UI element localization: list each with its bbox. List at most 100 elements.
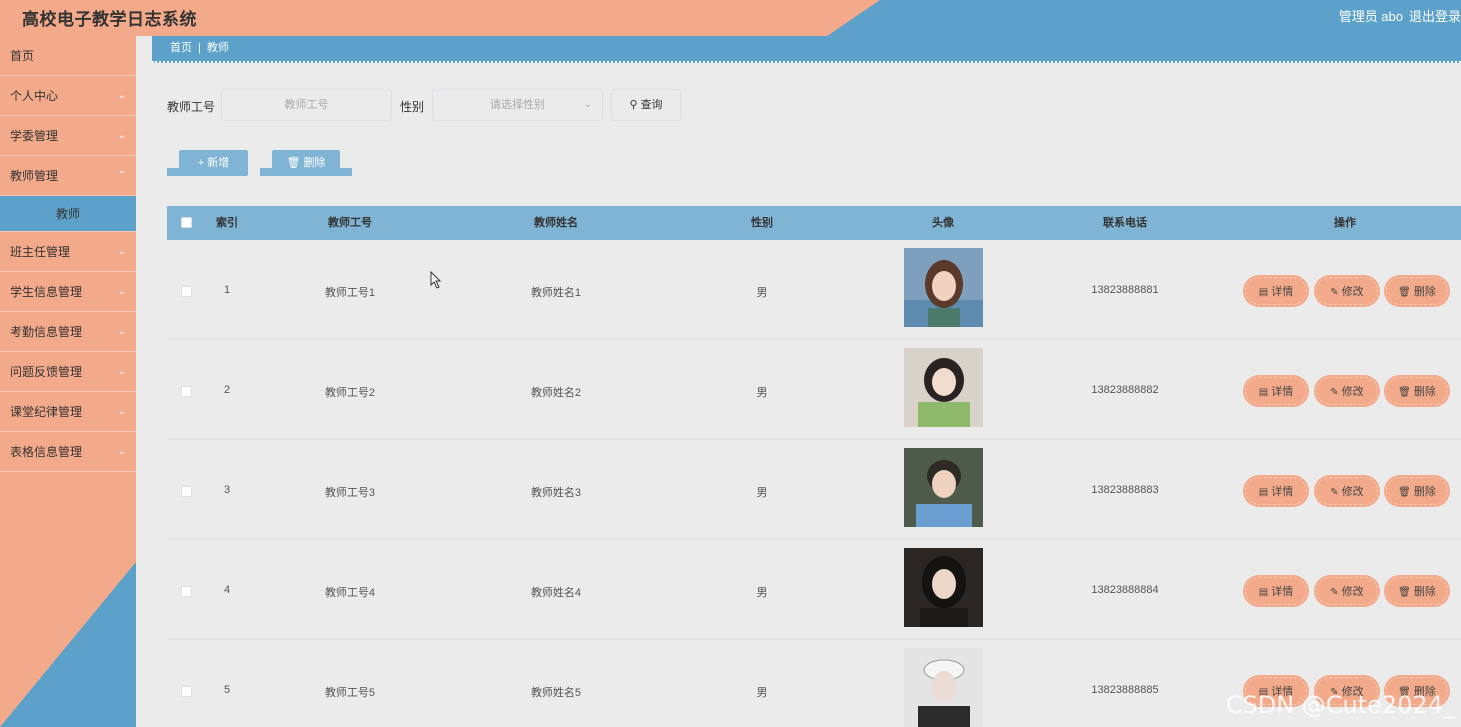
- breadcrumb: 首页 | 教师: [152, 36, 1461, 63]
- table-row: 4 教师工号4 教师姓名4 男 13823888884 ▤ 详情 ✎ 修改 🗑 删除: [167, 540, 1461, 640]
- sidebar-item-label: 考勤信息管理: [10, 325, 83, 339]
- detail-label: 详情: [1271, 486, 1294, 498]
- sidebar-item-discipline[interactable]: 课堂纪律管理 ⌄: [0, 392, 136, 432]
- add-button[interactable]: + 新增: [179, 150, 248, 176]
- row-index: 2: [223, 384, 231, 396]
- sidebar-item-label: 班主任管理: [10, 245, 71, 259]
- detail-button[interactable]: ▤ 详情: [1245, 377, 1307, 405]
- gender-label: 性别: [400, 100, 425, 114]
- row-checkbox[interactable]: [181, 386, 192, 397]
- chevron-down-icon: ⌄: [117, 90, 126, 101]
- row-checkbox[interactable]: [181, 686, 192, 697]
- sidebar-item-committee[interactable]: 学委管理 ⌄: [0, 116, 136, 156]
- sidebar-item-label: 表格信息管理: [10, 445, 83, 459]
- row-teacher-name: 教师姓名4: [530, 587, 582, 599]
- input-placeholder: 教师工号: [284, 99, 329, 111]
- row-phone: 13823888882: [1091, 384, 1159, 396]
- edit-button[interactable]: ✎ 修改: [1316, 577, 1378, 605]
- table-row: 2 教师工号2 教师姓名2 男 13823888882 ▤ 详情 ✎ 修改 🗑 删除: [167, 340, 1461, 440]
- delete-button[interactable]: 🗑 删除: [1386, 377, 1448, 405]
- row-teacher-id: 教师工号2: [324, 387, 376, 399]
- trash-icon: 🗑: [1398, 287, 1411, 298]
- row-index: 4: [223, 584, 231, 596]
- row-phone: 13823888885: [1091, 684, 1159, 696]
- edit-label: 修改: [1341, 586, 1364, 598]
- teacher-id-label: 教师工号: [167, 100, 216, 114]
- column-header: 性别: [751, 217, 773, 229]
- plus-icon: +: [197, 157, 205, 169]
- row-checkbox[interactable]: [181, 486, 192, 497]
- query-button[interactable]: ⚲ 查询: [611, 89, 681, 121]
- trash-icon: 🗑: [286, 157, 301, 169]
- current-user: 管理员 abo: [1338, 9, 1403, 24]
- document-icon: ▤: [1258, 287, 1269, 298]
- table-row: 1 教师工号1 教师姓名1 男 13823888881 ▤ 详情 ✎ 修改 🗑 删除: [167, 240, 1461, 340]
- watermark: CSDN @Cute2024_: [1225, 691, 1455, 719]
- edit-button[interactable]: ✎ 修改: [1316, 377, 1378, 405]
- sidebar-subitem-teacher[interactable]: 教师: [0, 196, 136, 232]
- sidebar-item-attendance[interactable]: 考勤信息管理 ⌄: [0, 312, 136, 352]
- edit-button[interactable]: ✎ 修改: [1316, 477, 1378, 505]
- edit-button[interactable]: ✎ 修改: [1316, 277, 1378, 305]
- row-teacher-name: 教师姓名1: [530, 287, 582, 299]
- detail-button[interactable]: ▤ 详情: [1245, 477, 1307, 505]
- edit-icon: ✎: [1330, 387, 1339, 398]
- avatar: [904, 248, 983, 327]
- sidebar: 首页 个人中心 ⌄ 学委管理 ⌄ 教师管理 ⌃ 教师 班主任管理 ⌄ 学生信息管理 ⌄ 考…: [0, 36, 136, 727]
- row-teacher-name: 教师姓名5: [530, 687, 582, 699]
- sidebar-item-label: 教师管理: [10, 169, 59, 183]
- chevron-down-icon: ⌄: [117, 246, 126, 257]
- column-header: 教师姓名: [534, 217, 578, 229]
- row-index: 3: [223, 484, 231, 496]
- logout-link[interactable]: 退出登录: [1409, 6, 1461, 25]
- top-header: 高校电子教学日志系统 管理员 abo 退出登录: [0, 0, 1461, 36]
- row-checkbox[interactable]: [181, 286, 192, 297]
- teacher-id-input[interactable]: 教师工号: [221, 89, 392, 121]
- avatar: [904, 448, 983, 527]
- gender-select[interactable]: 请选择性别 ⌄: [432, 89, 603, 121]
- sidebar-item-forms[interactable]: 表格信息管理 ⌄: [0, 432, 136, 472]
- sidebar-item-profile[interactable]: 个人中心 ⌄: [0, 76, 136, 116]
- edit-icon: ✎: [1330, 587, 1339, 598]
- breadcrumb-home[interactable]: 首页: [170, 42, 192, 54]
- sidebar-item-teacher-mgmt[interactable]: 教师管理 ⌃: [0, 156, 136, 196]
- delete-label: 删除: [1413, 386, 1436, 398]
- document-icon: ▤: [1258, 587, 1269, 598]
- delete-label: 删除: [1413, 286, 1436, 298]
- column-header: 索引: [216, 217, 238, 229]
- delete-button[interactable]: 🗑 删除: [1386, 277, 1448, 305]
- edit-label: 修改: [1341, 486, 1364, 498]
- detail-label: 详情: [1271, 586, 1294, 598]
- chevron-down-icon: ⌄: [117, 286, 126, 297]
- avatar: [904, 648, 983, 727]
- row-teacher-id: 教师工号1: [324, 287, 376, 299]
- delete-button-decor: [338, 168, 352, 176]
- chevron-down-icon: ⌄: [117, 406, 126, 417]
- row-phone: 13823888883: [1091, 484, 1159, 496]
- sidebar-item-feedback[interactable]: 问题反馈管理 ⌄: [0, 352, 136, 392]
- detail-button[interactable]: ▤ 详情: [1245, 577, 1307, 605]
- column-header: 教师工号: [328, 217, 372, 229]
- sidebar-item-students[interactable]: 学生信息管理 ⌄: [0, 272, 136, 312]
- breadcrumb-separator: |: [198, 42, 201, 54]
- select-placeholder: 请选择性别: [490, 99, 545, 111]
- document-icon: ▤: [1258, 487, 1269, 498]
- detail-label: 详情: [1271, 386, 1294, 398]
- batch-delete-button[interactable]: 🗑 删除: [272, 150, 340, 176]
- avatar: [904, 348, 983, 427]
- row-gender: 男: [756, 687, 768, 699]
- sidebar-item-label: 首页: [10, 49, 35, 63]
- row-checkbox[interactable]: [181, 586, 192, 597]
- trash-icon: 🗑: [1398, 487, 1411, 498]
- add-label: 新增: [207, 157, 230, 169]
- select-all-checkbox[interactable]: [181, 217, 192, 228]
- delete-button[interactable]: 🗑 删除: [1386, 477, 1448, 505]
- chevron-down-icon: ⌄: [117, 366, 126, 377]
- chevron-down-icon: ⌄: [117, 326, 126, 337]
- row-phone: 13823888884: [1091, 584, 1159, 596]
- column-header: 头像: [932, 217, 954, 229]
- sidebar-item-headteacher[interactable]: 班主任管理 ⌄: [0, 232, 136, 272]
- detail-button[interactable]: ▤ 详情: [1245, 277, 1307, 305]
- delete-button[interactable]: 🗑 删除: [1386, 577, 1448, 605]
- sidebar-item-home[interactable]: 首页: [0, 36, 136, 76]
